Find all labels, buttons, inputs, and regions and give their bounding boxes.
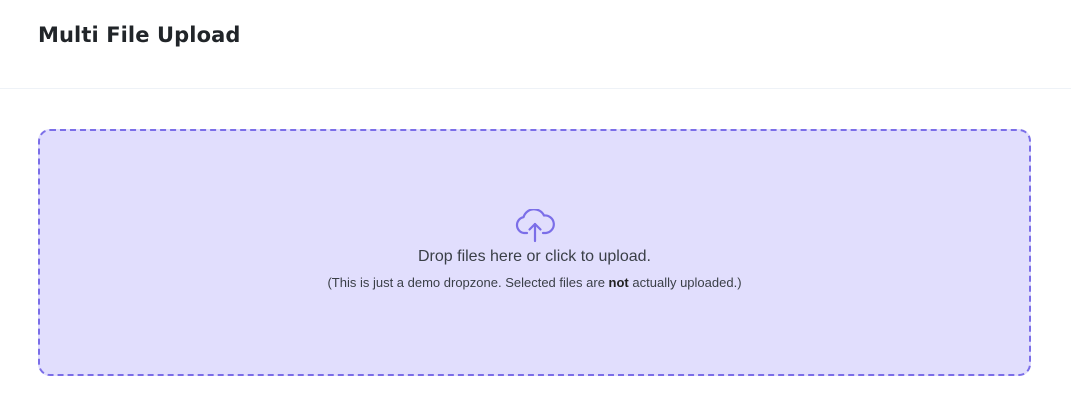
dropzone-note-after: actually uploaded.) xyxy=(632,275,742,290)
dropzone-title: Drop files here or click to upload. xyxy=(418,248,651,265)
page-title: Multi File Upload xyxy=(38,22,241,47)
card-header: Multi File Upload xyxy=(0,0,1071,89)
dropzone-note-emphasis: not xyxy=(608,275,629,290)
dropzone-note-before: (This is just a demo dropzone. Selected … xyxy=(327,275,605,290)
cloud-upload-icon xyxy=(515,209,555,243)
dropzone-note: (This is just a demo dropzone. Selected … xyxy=(40,275,1029,291)
dropzone-message: Drop files here or click to upload. (Thi… xyxy=(40,209,1029,291)
file-dropzone[interactable]: Drop files here or click to upload. (Thi… xyxy=(38,129,1031,376)
upload-card: Multi File Upload Drop files here or cli… xyxy=(0,0,1071,376)
